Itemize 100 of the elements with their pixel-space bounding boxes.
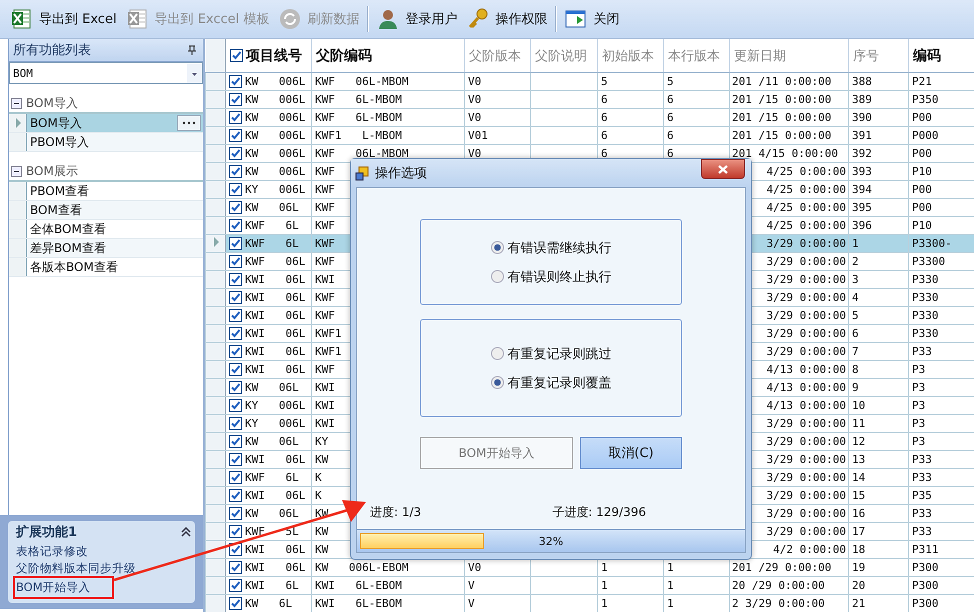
checked-checkbox[interactable] [229, 597, 242, 610]
checked-checkbox[interactable] [229, 453, 242, 466]
table-cell: KW 06L [245, 435, 299, 448]
checked-checkbox[interactable] [229, 147, 242, 160]
collapse-icon[interactable] [11, 166, 22, 176]
checked-checkbox[interactable] [230, 49, 243, 62]
checked-checkbox[interactable] [229, 165, 242, 178]
table-cell: 17 [852, 525, 866, 538]
table-cell: 3/29 0:00:00 [766, 507, 846, 520]
radio-option[interactable]: 有错误需继续执行 [490, 238, 612, 256]
more-button[interactable] [177, 115, 201, 131]
panel-title: 所有功能列表 [13, 42, 91, 59]
table-cell: KWI 06L [245, 291, 306, 304]
key-icon [467, 8, 490, 30]
checked-checkbox[interactable] [229, 471, 242, 484]
collapse-icon[interactable] [11, 98, 22, 108]
checked-checkbox[interactable] [229, 309, 242, 322]
checked-checkbox[interactable] [229, 525, 242, 538]
table-cell: 11 [852, 417, 866, 430]
table-cell: KWI 06L [245, 273, 306, 286]
table-cell: 1 [667, 561, 674, 574]
list-item[interactable]: BOM导入 [9, 114, 203, 133]
checked-checkbox[interactable] [229, 111, 242, 124]
checked-checkbox[interactable] [229, 129, 242, 142]
table-cell: 3 [852, 273, 859, 286]
function-link[interactable]: BOM开始导入 [16, 579, 111, 596]
checked-checkbox[interactable] [229, 435, 242, 448]
table-cell: 6 [667, 129, 674, 142]
user-icon [377, 8, 400, 30]
checked-checkbox[interactable] [229, 201, 242, 214]
spreadsheet-icon [126, 8, 149, 30]
checked-checkbox[interactable] [229, 507, 242, 520]
table-cell: KWF [315, 309, 335, 322]
group-header[interactable]: BOM展示 [26, 162, 78, 180]
column-header[interactable]: 更新日期 [734, 48, 786, 64]
checked-checkbox[interactable] [229, 219, 242, 232]
toolbar-button[interactable]: 操作权限 [462, 4, 552, 34]
dialog-button[interactable]: 取消(C) [580, 437, 682, 469]
checked-checkbox[interactable] [229, 183, 242, 196]
filter-dropdown[interactable]: BOM [9, 62, 203, 84]
list-item[interactable]: 各版本BOM查看 [9, 258, 203, 277]
function-link[interactable]: 父阶物料版本同步升级 [16, 560, 136, 577]
table-cell: 4/25 0:00:00 [766, 219, 846, 232]
checked-checkbox[interactable] [229, 363, 242, 376]
radio-option[interactable]: 有重复记录则覆盖 [490, 374, 612, 392]
table-cell: 4/13 0:00:00 [766, 381, 846, 394]
column-header[interactable]: 初始版本 [602, 48, 654, 64]
checked-checkbox[interactable] [229, 291, 242, 304]
list-item[interactable]: PBOM导入 [9, 133, 203, 152]
toolbar-button[interactable]: 登录用户 [372, 4, 462, 34]
checked-checkbox[interactable] [229, 417, 242, 430]
checked-checkbox[interactable] [229, 399, 242, 412]
table-cell: KWI [315, 399, 335, 412]
list-item[interactable]: BOM查看 [9, 201, 203, 220]
checked-checkbox[interactable] [229, 273, 242, 286]
table-cell: P33 [912, 453, 932, 466]
function-link[interactable]: 表格记录修改 [16, 543, 88, 560]
checked-checkbox[interactable] [229, 579, 242, 592]
column-header[interactable]: 编码 [913, 48, 941, 64]
table-cell: 2 [852, 255, 859, 268]
table-cell: KWF 6L-MBOM [315, 111, 402, 124]
close-button[interactable] [701, 159, 745, 179]
checked-checkbox[interactable] [229, 237, 242, 250]
column-header[interactable]: 父阶说明 [535, 48, 587, 64]
table-cell: KWI [315, 381, 335, 394]
radio-option[interactable]: 有重复记录则跳过 [490, 344, 612, 362]
column-header[interactable]: 本行版本 [668, 48, 720, 64]
checked-checkbox[interactable] [229, 75, 242, 88]
table-cell: KW 06L [245, 201, 299, 214]
table-cell: 4/2 0:00:00 [773, 543, 846, 556]
collapse-icon[interactable] [181, 527, 191, 537]
refresh-icon [279, 8, 302, 30]
table-cell: V0 [468, 111, 482, 124]
table-cell: KWF [315, 165, 335, 178]
table-cell: 5 [852, 309, 859, 322]
dialog-title: 操作选项 [375, 165, 427, 182]
checked-checkbox[interactable] [229, 93, 242, 106]
table-cell: KWF [315, 219, 335, 232]
table-cell: KWI 06L [245, 309, 306, 322]
radio-option[interactable]: 有错误则终止执行 [490, 268, 612, 286]
table-cell: KW 06L [245, 507, 299, 520]
table-cell: P311 [912, 543, 938, 556]
table-cell: KWF 06L-MBOM [315, 147, 408, 160]
table-cell: P330 [912, 309, 938, 322]
group-header[interactable]: BOM导入 [26, 94, 78, 112]
checked-checkbox[interactable] [229, 255, 242, 268]
checked-checkbox[interactable] [229, 489, 242, 502]
checked-checkbox[interactable] [229, 561, 242, 574]
column-header[interactable]: 父阶版本 [469, 48, 521, 64]
column-header[interactable]: 序号 [853, 48, 879, 64]
table-cell: 1 [667, 597, 674, 610]
toolbar-button[interactable]: 关闭 [560, 4, 624, 34]
checked-checkbox[interactable] [229, 381, 242, 394]
column-header[interactable]: 父阶编码 [316, 48, 372, 64]
column-header[interactable]: 项目线号 [246, 46, 302, 64]
list-item[interactable]: 差异BOM查看 [9, 239, 203, 258]
toolbar-button[interactable]: 导出到 Excel [6, 4, 122, 34]
checked-checkbox[interactable] [229, 327, 242, 340]
checked-checkbox[interactable] [229, 345, 242, 358]
table-cell: KW 006L-EBOM [315, 561, 408, 574]
